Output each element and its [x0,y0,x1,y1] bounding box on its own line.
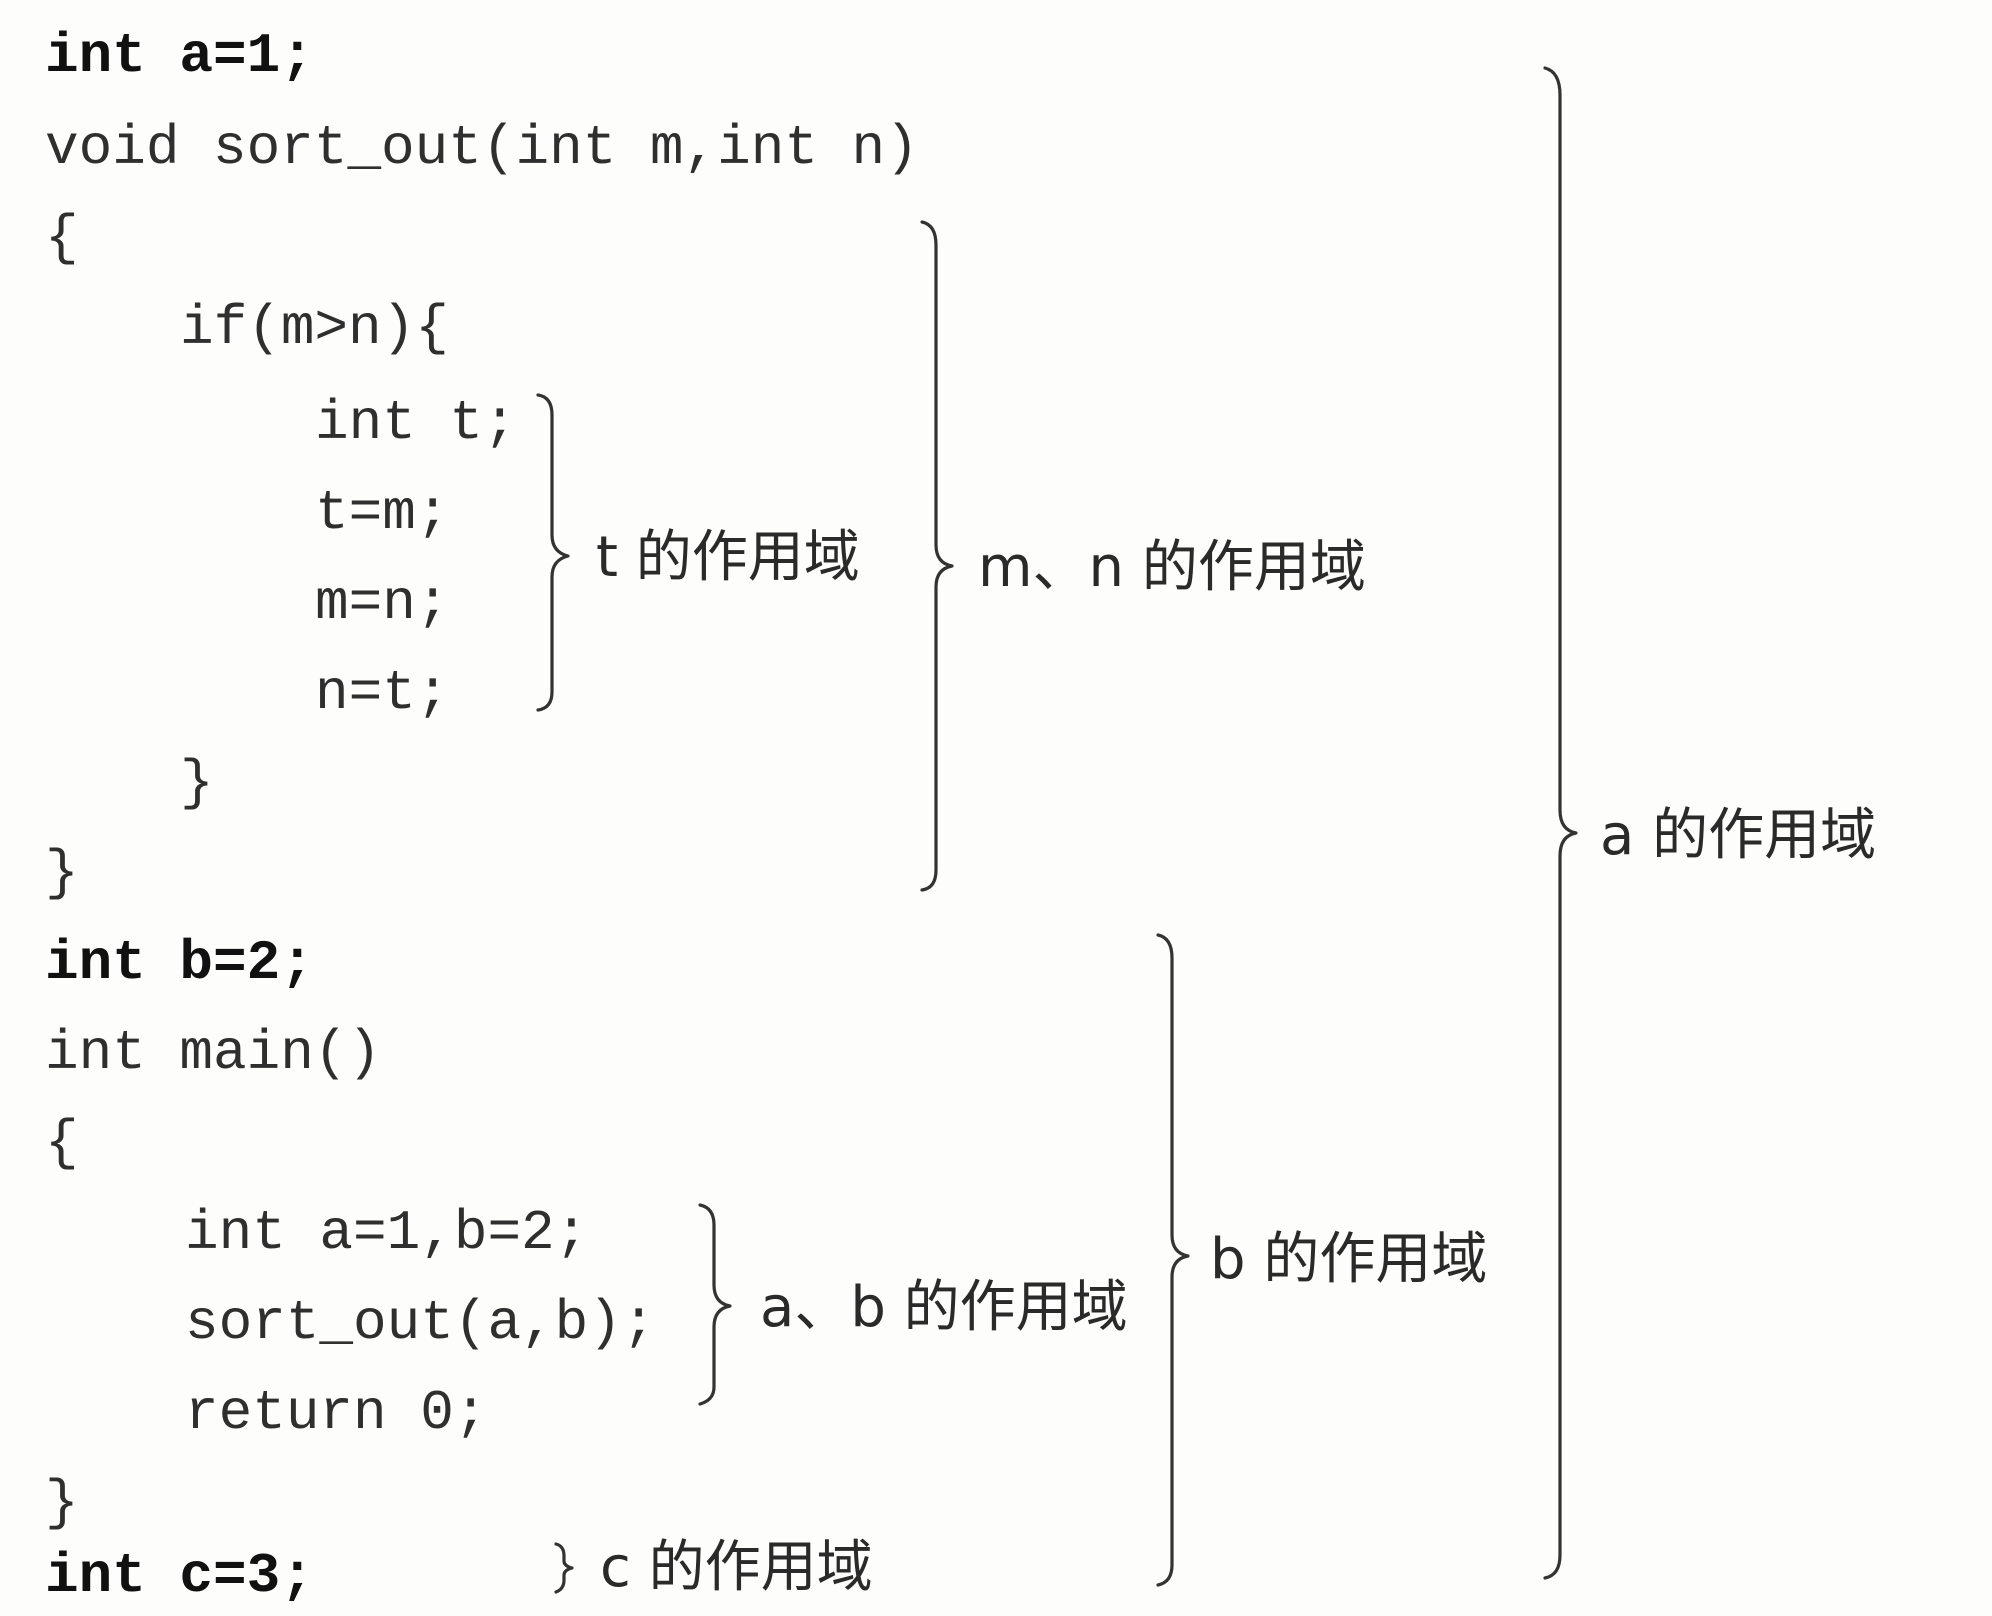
brace-ab-scope [698,1203,732,1406]
label-ab-scope: a、b 的作用域 [760,1275,1128,1340]
scope-diagram: int a=1; void sort_out(int m,int n) { if… [0,0,1992,1616]
brace-c-scope [554,1542,574,1594]
brace-b-scope [1156,933,1190,1587]
label-mn-scope: m、n 的作用域 [978,535,1366,600]
label-c-scope: c 的作用域 [600,1535,873,1600]
brace-t-scope [536,393,570,712]
label-a-scope: a 的作用域 [1600,803,1877,868]
brace-a-scope [1543,66,1578,1580]
label-t-scope: t 的作用域 [596,525,860,590]
brace-mn-scope [920,220,954,892]
label-b-scope: b 的作用域 [1210,1227,1488,1292]
